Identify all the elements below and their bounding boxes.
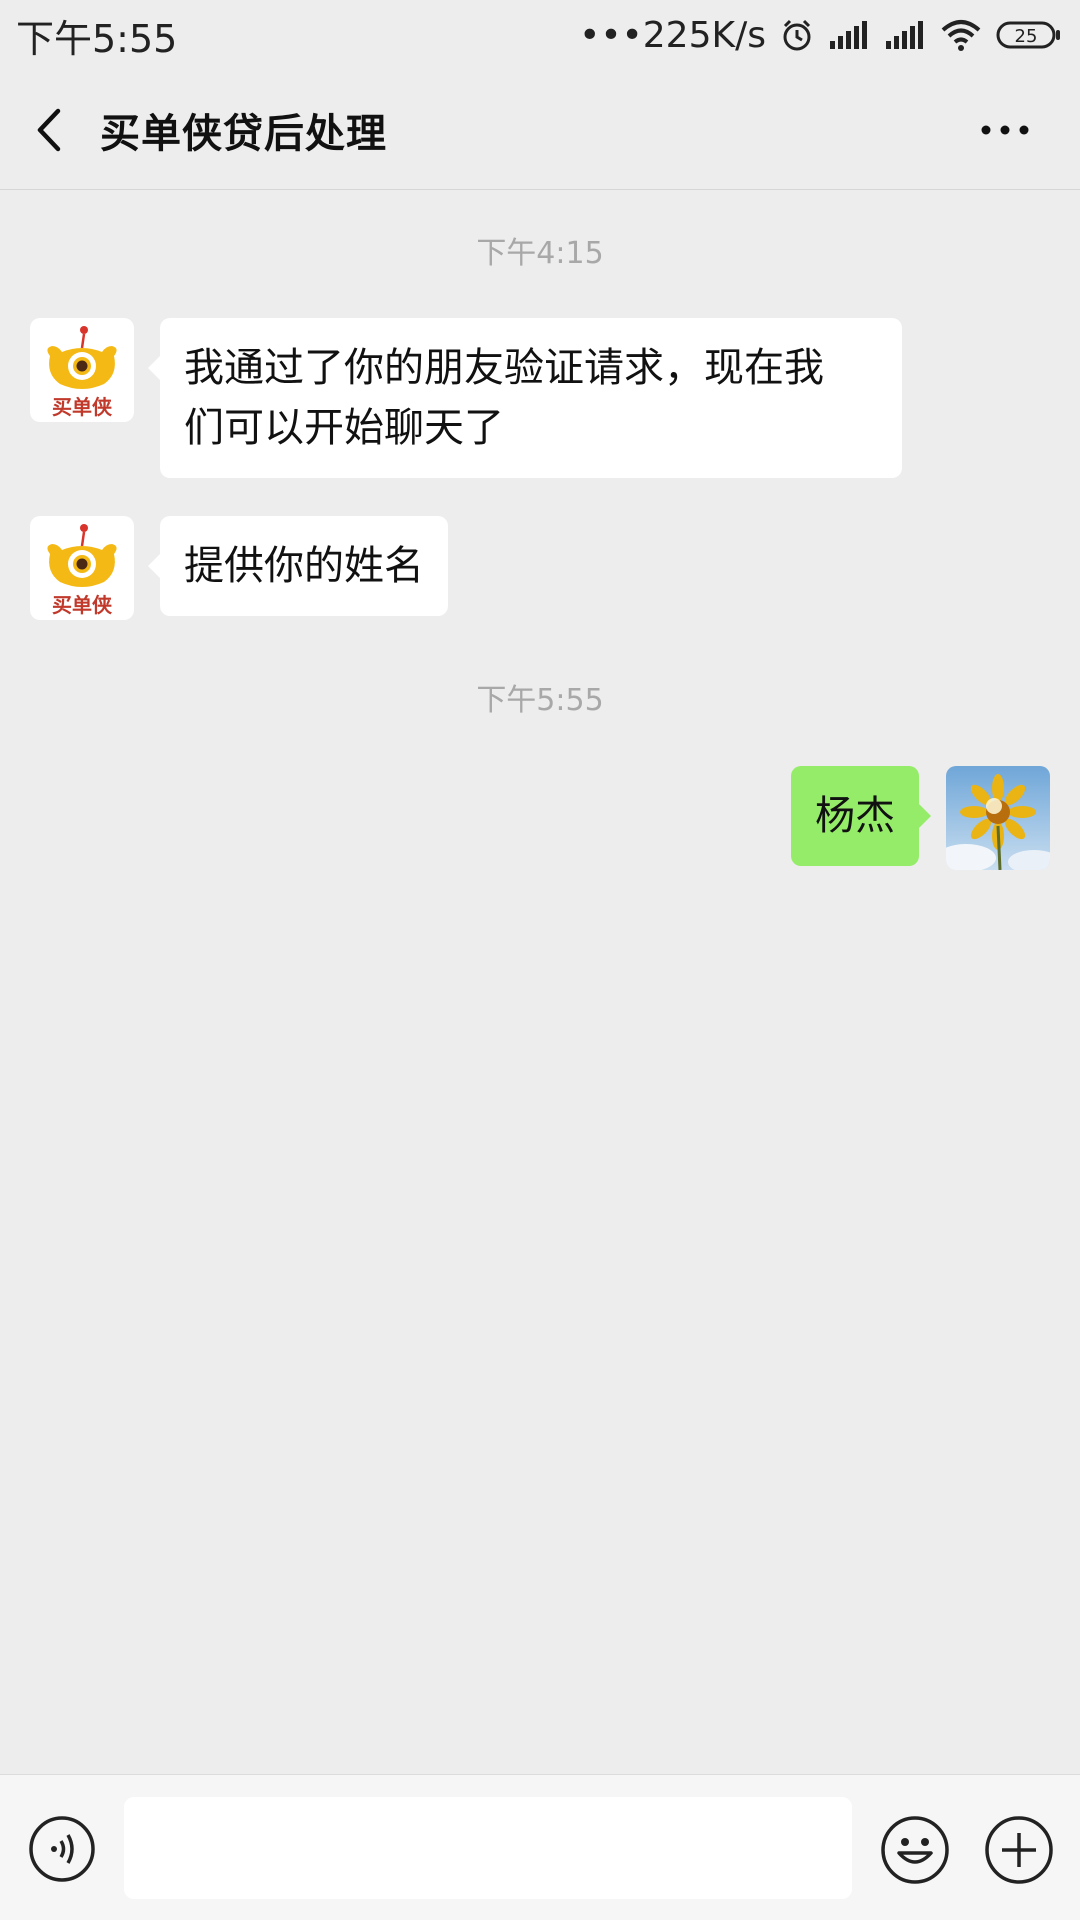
back-button[interactable] — [0, 70, 100, 190]
chat-header: 买单侠贷后处理 — [0, 70, 1080, 190]
status-indicators: •••225K/s 25 — [579, 15, 1062, 56]
maidanxia-logo-icon: 买单侠 — [47, 326, 117, 419]
wifi-icon — [940, 18, 982, 52]
message-text-line: 们可以开始聊天了 — [184, 405, 504, 451]
message-text-line: 我通过了你的朋友验证请求，现在我 — [184, 345, 824, 391]
emoji-icon — [881, 1816, 949, 1884]
sender-avatar[interactable]: 买单侠 — [30, 516, 134, 620]
my-avatar[interactable] — [946, 766, 1050, 870]
message-bubble[interactable]: 提供你的姓名 — [148, 516, 448, 616]
plus-button[interactable] — [984, 1815, 1054, 1885]
emoji-button[interactable] — [880, 1815, 950, 1885]
status-bar: 下午5:55 •••225K/s 25 — [0, 0, 1080, 70]
sender-avatar[interactable]: 买单侠 — [30, 318, 134, 422]
battery-level: 25 — [1015, 26, 1038, 47]
message-input[interactable] — [124, 1797, 852, 1899]
brand-logo-text: 买单侠 — [52, 395, 113, 419]
alarm-icon — [780, 18, 814, 52]
more-dots-icon — [981, 125, 1029, 135]
chat-title: 买单侠贷后处理 — [100, 110, 387, 157]
chevron-left-icon — [37, 108, 61, 151]
status-time: 下午5:55 — [16, 16, 178, 61]
signal-icon — [828, 19, 870, 51]
chat-screen: 下午5:55 •••225K/s 25 买单侠贷后处理 下午4:15 买单侠 我… — [0, 0, 1080, 1920]
message-bubble[interactable]: 我通过了你的朋友验证请求，现在我 们可以开始聊天了 — [148, 318, 902, 478]
input-bar — [0, 1774, 1080, 1920]
voice-icon — [29, 1816, 95, 1882]
voice-button[interactable] — [28, 1815, 96, 1883]
more-button[interactable] — [960, 70, 1050, 190]
message-text: 提供你的姓名 — [184, 543, 424, 589]
message-timestamp: 下午4:15 — [476, 236, 604, 271]
message-text: 杨杰 — [815, 793, 895, 839]
battery-icon: 25 — [996, 20, 1062, 50]
network-speed: •••225K/s — [579, 14, 766, 56]
message-bubble[interactable]: 杨杰 — [791, 766, 931, 866]
message-timestamp: 下午5:55 — [476, 683, 604, 718]
maidanxia-logo-icon: 买单侠 — [47, 524, 117, 617]
sunflower-photo-icon — [946, 766, 1050, 870]
plus-icon — [985, 1816, 1053, 1884]
signal-icon — [884, 19, 926, 51]
brand-logo-text: 买单侠 — [52, 593, 113, 617]
